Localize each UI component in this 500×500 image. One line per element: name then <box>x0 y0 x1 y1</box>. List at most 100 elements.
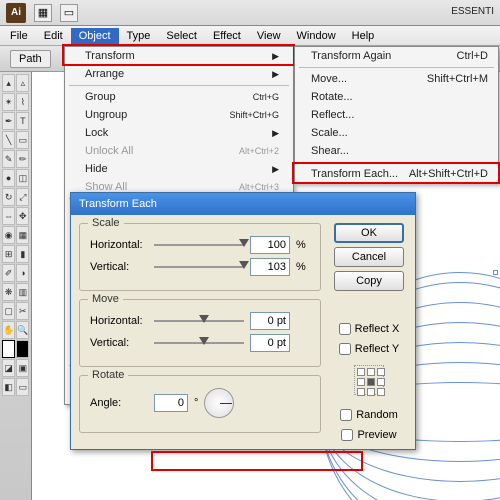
slice-tool[interactable]: ✂ <box>16 302 29 320</box>
menu-item[interactable]: Hide▶ <box>65 160 293 178</box>
menu-item[interactable]: Unlock AllAlt+Ctrl+2 <box>65 142 293 160</box>
line-tool[interactable]: ╲ <box>2 131 15 149</box>
menu-item[interactable]: GroupCtrl+G <box>65 88 293 106</box>
menu-object[interactable]: Object <box>71 28 119 44</box>
scale-vertical-slider[interactable] <box>154 266 244 268</box>
scale-horizontal-label: Horizontal: <box>90 239 148 251</box>
reference-point[interactable] <box>354 365 384 395</box>
move-group-title: Move <box>88 293 123 305</box>
graph-tool[interactable]: ▥ <box>16 283 29 301</box>
shape-builder-tool[interactable]: ◉ <box>2 226 15 244</box>
move-vertical-label: Vertical: <box>90 337 148 349</box>
eyedropper-tool[interactable]: ✐ <box>2 264 15 282</box>
submenu-item[interactable]: Reflect... <box>295 106 498 124</box>
degree-unit: ° <box>194 397 198 409</box>
pencil-tool[interactable]: ✏ <box>16 150 29 168</box>
gradient-tool[interactable]: ▮ <box>16 245 29 263</box>
menu-window[interactable]: Window <box>289 28 344 44</box>
stroke-swatch[interactable] <box>16 340 29 358</box>
width-tool[interactable]: ⇔ <box>2 207 15 225</box>
eraser-tool[interactable]: ◫ <box>16 169 29 187</box>
fill-swatch[interactable] <box>2 340 15 358</box>
selection-tool[interactable]: ▴ <box>2 74 15 92</box>
random-checkbox[interactable]: Random <box>340 409 398 421</box>
scale-vertical-label: Vertical: <box>90 261 148 273</box>
pen-tool[interactable]: ✒ <box>2 112 15 130</box>
transform-submenu: Transform AgainCtrl+D Move...Shift+Ctrl+M… <box>294 46 499 184</box>
rotate-angle-label: Angle: <box>90 397 148 409</box>
dialog-title: Transform Each <box>71 193 415 215</box>
bridge-icon[interactable]: ▦ <box>34 4 52 22</box>
paintbrush-tool[interactable]: ✎ <box>2 150 15 168</box>
submenu-item[interactable]: Move...Shift+Ctrl+M <box>295 70 498 88</box>
magic-wand-tool[interactable]: ✴ <box>2 93 15 111</box>
ok-button[interactable]: OK <box>334 223 404 243</box>
move-horizontal-label: Horizontal: <box>90 315 148 327</box>
move-horizontal-input[interactable] <box>250 312 290 330</box>
menu-item[interactable]: Transform▶ <box>65 47 293 65</box>
menu-edit[interactable]: Edit <box>36 28 71 44</box>
submenu-item[interactable]: Transform AgainCtrl+D <box>295 47 498 65</box>
scale-horizontal-input[interactable] <box>250 236 290 254</box>
submenu-item[interactable]: Transform Each...Alt+Shift+Ctrl+D <box>295 165 498 183</box>
screen-mode-icon[interactable]: ▣ <box>16 359 29 377</box>
copy-button[interactable]: Copy <box>334 271 404 291</box>
workspace-switcher[interactable]: ESSENTI <box>451 6 494 17</box>
rotate-angle-input[interactable] <box>154 394 188 412</box>
scale-tool[interactable]: ⤢ <box>16 188 29 206</box>
rectangle-tool[interactable]: ▭ <box>16 131 29 149</box>
rotate-tool[interactable]: ↻ <box>2 188 15 206</box>
direct-selection-tool[interactable]: ▵ <box>16 74 29 92</box>
menubar: File Edit Object Type Select Effect View… <box>0 26 500 46</box>
mesh-tool[interactable]: ⊞ <box>2 245 15 263</box>
transform-each-dialog: Transform Each Scale Horizontal: % Verti… <box>70 192 416 450</box>
blend-tool[interactable]: ◑ <box>16 264 29 282</box>
selection-type-label: Path <box>10 50 51 68</box>
angle-dial[interactable] <box>204 388 234 418</box>
menu-item[interactable]: Lock▶ <box>65 124 293 142</box>
menu-type[interactable]: Type <box>119 28 159 44</box>
hand-tool[interactable]: ✋ <box>2 321 15 339</box>
menu-item[interactable]: UngroupShift+Ctrl+G <box>65 106 293 124</box>
blob-brush-tool[interactable]: ● <box>2 169 15 187</box>
lasso-tool[interactable]: ⌇ <box>16 93 29 111</box>
move-vertical-input[interactable] <box>250 334 290 352</box>
app-toolbar: Ai ▦ ▭ ESSENTI <box>0 0 500 26</box>
color-mode-icon[interactable]: ◪ <box>2 359 15 377</box>
type-tool[interactable]: T <box>16 112 29 130</box>
submenu-item[interactable]: Scale... <box>295 124 498 142</box>
scale-group-title: Scale <box>88 217 124 229</box>
draw-mode-icon[interactable]: ◧ <box>2 378 15 396</box>
menu-item[interactable]: Arrange▶ <box>65 65 293 83</box>
free-transform-tool[interactable]: ✥ <box>16 207 29 225</box>
percent-unit: % <box>296 261 310 273</box>
menu-select[interactable]: Select <box>158 28 205 44</box>
scale-group: Scale Horizontal: % Vertical: % <box>79 223 321 291</box>
scale-horizontal-slider[interactable] <box>154 244 244 246</box>
symbol-sprayer-tool[interactable]: ❋ <box>2 283 15 301</box>
zoom-tool[interactable]: 🔍 <box>16 321 29 339</box>
menu-effect[interactable]: Effect <box>205 28 249 44</box>
rotate-group-title: Rotate <box>88 369 128 381</box>
percent-unit: % <box>296 239 310 251</box>
arrange-docs-icon[interactable]: ▭ <box>60 4 78 22</box>
submenu-item[interactable]: Rotate... <box>295 88 498 106</box>
app-logo-icon: Ai <box>6 3 26 23</box>
menu-file[interactable]: File <box>2 28 36 44</box>
perspective-tool[interactable]: ▦ <box>16 226 29 244</box>
menu-help[interactable]: Help <box>344 28 383 44</box>
reflect-y-checkbox[interactable]: Reflect Y <box>339 343 399 355</box>
change-screen-icon[interactable]: ▭ <box>16 378 29 396</box>
artboard-tool[interactable]: ▢ <box>2 302 15 320</box>
tools-panel: ▴▵ ✴⌇ ✒T ╲▭ ✎✏ ●◫ ↻⤢ ⇔✥ ◉▦ ⊞▮ ✐◑ ❋▥ ▢✂ ✋… <box>0 72 32 500</box>
move-vertical-slider[interactable] <box>154 342 244 344</box>
scale-vertical-input[interactable] <box>250 258 290 276</box>
selection-handle[interactable] <box>493 270 498 275</box>
menu-view[interactable]: View <box>249 28 289 44</box>
move-horizontal-slider[interactable] <box>154 320 244 322</box>
cancel-button[interactable]: Cancel <box>334 247 404 267</box>
preview-checkbox[interactable]: Preview <box>341 429 396 441</box>
reflect-x-checkbox[interactable]: Reflect X <box>339 323 400 335</box>
submenu-item[interactable]: Shear... <box>295 142 498 160</box>
move-group: Move Horizontal: Vertical: <box>79 299 321 367</box>
